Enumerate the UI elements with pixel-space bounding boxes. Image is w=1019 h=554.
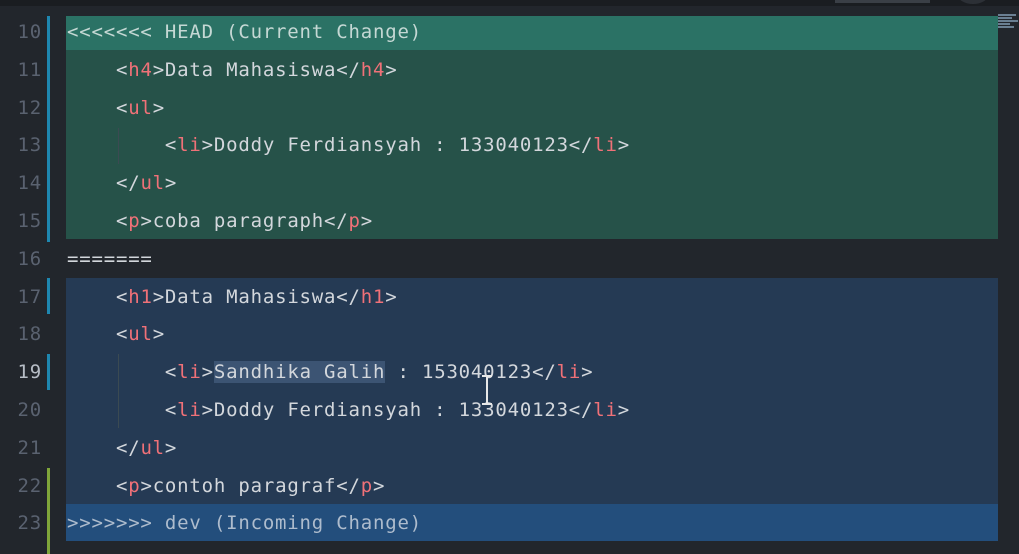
tag-name: p xyxy=(128,210,141,232)
code-token: >Doddy Ferdiansyah : 133040123</ xyxy=(201,134,594,157)
tag-name: h4 xyxy=(128,58,153,81)
code-token: > xyxy=(617,399,631,421)
tag-name: p xyxy=(348,210,361,232)
code-token: < xyxy=(67,134,178,157)
tag-name: ul xyxy=(140,436,165,459)
code-token: < xyxy=(67,474,129,497)
code-token: > xyxy=(385,285,398,308)
tag-name: li xyxy=(177,399,202,421)
code-text[interactable]: <ul> xyxy=(67,89,165,127)
line-number: 10 xyxy=(17,21,42,43)
code-line[interactable]: 11 <h4>Data Mahasiswa</h4> xyxy=(0,51,1000,89)
line-number: 16 xyxy=(17,247,42,270)
code-text[interactable]: <<<<<<< HEAD (Current Change) xyxy=(67,13,422,51)
line-number: 20 xyxy=(17,399,42,421)
line-number: 18 xyxy=(17,323,42,346)
code-text[interactable]: >>>>>>> dev (Incoming Change) xyxy=(67,504,422,542)
tag-name: li xyxy=(177,361,202,384)
code-text[interactable]: </ul> xyxy=(67,429,177,467)
code-token: > xyxy=(581,361,594,384)
code-text[interactable]: <li>Doddy Ferdiansyah : 133040123</li> xyxy=(67,126,630,164)
line-number: 12 xyxy=(17,96,42,119)
code-token: > xyxy=(360,210,374,232)
code-token: < xyxy=(67,323,129,346)
selection: Sandhika Galih xyxy=(213,361,386,384)
tag-name: ul xyxy=(128,96,153,119)
tag-name: ul xyxy=(140,172,165,195)
code-token: < xyxy=(67,58,129,81)
code-line[interactable]: 10 <<<<<<< HEAD (Current Change) xyxy=(0,13,1000,51)
line-number: 11 xyxy=(17,58,42,81)
code-token: < xyxy=(67,399,178,421)
text-cursor-icon xyxy=(482,375,492,405)
code-text[interactable]: </ul> xyxy=(67,164,177,202)
code-text[interactable]: <li>Doddy Ferdiansyah : 133040123</li> xyxy=(67,391,630,429)
code-line[interactable]: 21 </ul> xyxy=(0,429,1000,467)
code-token: >coba paragraph</ xyxy=(140,210,349,232)
code-line[interactable]: 12 <ul> xyxy=(0,89,1000,127)
code-token: >contoh paragraf</ xyxy=(140,474,361,497)
code-token: < xyxy=(67,96,129,119)
tag-name: h4 xyxy=(360,58,386,81)
code-token: </ xyxy=(67,172,141,195)
code-line[interactable]: 23 >>>>>>> dev (Incoming Change) xyxy=(0,504,1000,542)
code-text[interactable]: <h4>Data Mahasiswa</h4> xyxy=(67,51,397,89)
code-token: >Data Mahasiswa</ xyxy=(152,58,361,81)
code-text[interactable]: <li>Sandhika Galih : 153040123</li> xyxy=(67,353,593,391)
code-token: <<<<<<< HEAD (Current Change) xyxy=(67,21,422,43)
code-line[interactable]: 16 ======= xyxy=(0,240,1000,278)
tag-name: li xyxy=(556,361,582,384)
code-token: ======= xyxy=(67,247,153,270)
code-line[interactable]: 22 <p>contoh paragraf</p> xyxy=(0,467,1000,505)
minimap[interactable] xyxy=(998,14,1019,34)
code-token: >Data Mahasiswa</ xyxy=(152,285,361,308)
code-token: > xyxy=(164,436,178,459)
code-line[interactable]: 20 <li>Doddy Ferdiansyah : 133040123</li… xyxy=(0,391,1000,429)
code-line[interactable]: 13 <li>Doddy Ferdiansyah : 133040123</li… xyxy=(0,126,1000,164)
code-text[interactable]: <p>contoh paragraf</p> xyxy=(67,467,385,505)
code-text[interactable]: <h1>Data Mahasiswa</h1> xyxy=(67,278,397,316)
tag-name: h1 xyxy=(128,285,153,308)
code-line[interactable]: 15 <p>coba paragraph</p> xyxy=(0,202,1000,240)
code-token: > xyxy=(373,474,386,497)
line-number: 13 xyxy=(17,134,42,157)
line-number: 21 xyxy=(17,436,42,459)
tag-name: p xyxy=(360,474,374,497)
code-text[interactable]: <p>coba paragraph</p> xyxy=(67,202,373,240)
code-text[interactable]: ======= xyxy=(67,240,153,278)
tag-name: li xyxy=(593,134,618,157)
tag-name: p xyxy=(128,474,141,497)
line-number: 23 xyxy=(17,512,42,535)
code-token: > xyxy=(617,134,631,157)
tag-name: li xyxy=(593,399,618,421)
line-number: 19 xyxy=(17,361,42,384)
code-token: : 153040123</ xyxy=(385,361,557,384)
code-line[interactable]: 18 <ul> xyxy=(0,315,1000,353)
line-number: 14 xyxy=(17,172,42,195)
code-line[interactable]: 14 </ul> xyxy=(0,164,1000,202)
line-number: 22 xyxy=(17,474,42,497)
code-token: > xyxy=(385,58,398,81)
editor[interactable]: 10 <<<<<<< HEAD (Current Change) 11 <h4>Da… xyxy=(0,0,1019,554)
code-token: < xyxy=(67,361,178,384)
code-line[interactable]: 19 <li>Sandhika Galih : 153040123</li> xyxy=(0,353,1000,391)
code-token: < xyxy=(67,210,129,232)
code-token: >>>>>>> dev (Incoming Change) xyxy=(67,512,422,535)
code-text[interactable]: <ul> xyxy=(67,315,165,353)
code-token: > xyxy=(201,361,214,384)
tag-name: li xyxy=(177,134,202,157)
tag-name: ul xyxy=(128,323,153,346)
code-token: < xyxy=(67,285,129,308)
code-token: > xyxy=(152,323,165,346)
code-token: > xyxy=(164,172,178,195)
code-line[interactable]: 17 <h1>Data Mahasiswa</h1> xyxy=(0,278,1000,316)
code-token: > xyxy=(152,96,165,119)
code-token: </ xyxy=(67,436,141,459)
line-number: 17 xyxy=(17,285,42,308)
line-number: 15 xyxy=(17,210,42,232)
code-token: >Doddy Ferdiansyah : 133040123</ xyxy=(201,399,594,421)
tag-name: h1 xyxy=(360,285,386,308)
